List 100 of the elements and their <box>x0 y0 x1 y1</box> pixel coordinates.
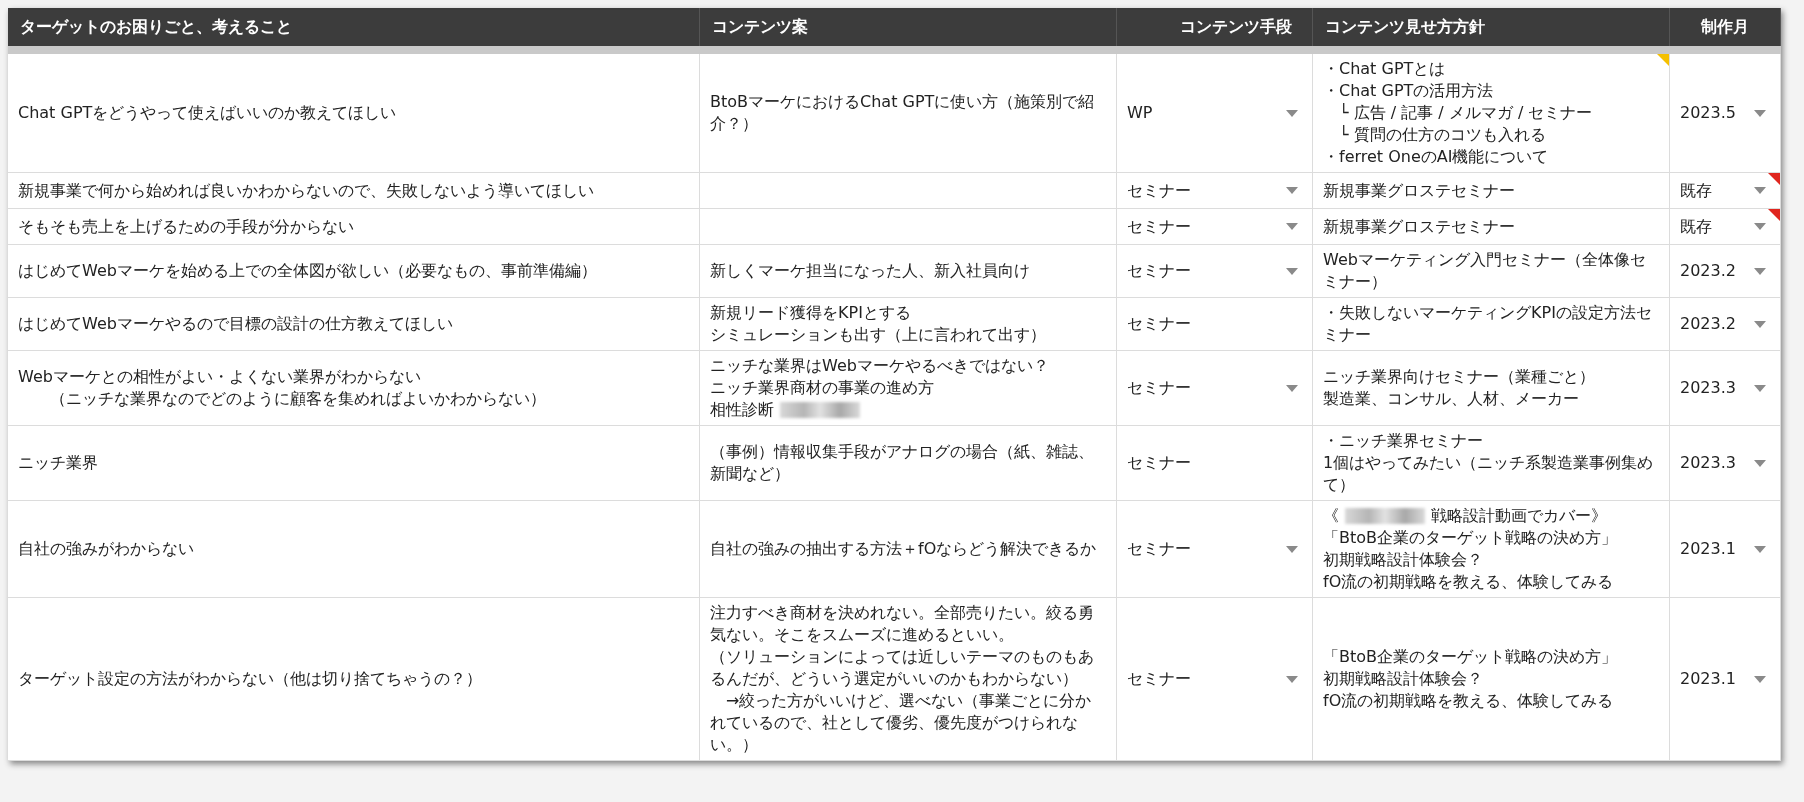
dropdown-caret-icon[interactable] <box>1754 109 1766 117</box>
dropdown-caret-icon[interactable] <box>1286 675 1298 683</box>
cell-text: セミナー <box>1127 313 1191 335</box>
cell-text: fO流の初期戦略を教える、体験してみる <box>1323 690 1615 712</box>
cell-text: →絞った方がいいけど、選べない（事業ごとに分かれているので、社として優劣、優先度がつけられない。） <box>710 690 1093 756</box>
cell-text: セミナー <box>1127 668 1191 690</box>
dropdown-caret-icon[interactable] <box>1286 545 1298 553</box>
dropdown-caret-icon[interactable] <box>1286 187 1298 194</box>
cell-text: 既存 <box>1680 179 1712 202</box>
dropdown-cell[interactable]: 既存 <box>1670 209 1781 245</box>
dropdown-caret-icon[interactable] <box>1754 384 1766 392</box>
dropdown-cell[interactable]: セミナー <box>1117 351 1313 426</box>
cell-text: セミナー <box>1127 452 1191 474</box>
cell-text: 戦略設計動画でカバー》 <box>1431 505 1607 527</box>
cell-text: ターゲット設定の方法がわからない（他は切り捨てちゃうの？） <box>18 668 483 690</box>
cell-text: └ 広告 / 記事 / メルマガ / セミナー <box>1338 102 1594 124</box>
cell-text: 自社の強みがわからない <box>18 538 195 560</box>
cell-text: 2023.1 <box>1680 538 1736 560</box>
dropdown-cell[interactable]: セミナー <box>1117 598 1313 761</box>
cell-text: シミュレーションも出す（上に言われて出す） <box>710 324 1047 346</box>
cell-text: 新規リード獲得をKPIとする <box>710 302 912 324</box>
cell-text: 新規事業で何から始めれば良いかわからないので、失敗しないよう導いてほしい <box>18 179 595 202</box>
cell-text: 2023.3 <box>1680 377 1736 399</box>
column-header: コンテンツ手段 <box>1117 8 1313 46</box>
cell-text: 2023.2 <box>1680 260 1736 282</box>
dropdown-cell[interactable]: セミナー <box>1117 501 1313 598</box>
cell-text: └ 質問の仕方のコツも入れる <box>1338 124 1547 146</box>
column-header: ターゲットのお困りごと、考えること <box>8 8 700 46</box>
cell-text: 初期戦略設計体験会？ <box>1323 668 1484 690</box>
cell-text: そもそも売上を上げるための手段が分からない <box>18 215 355 238</box>
dropdown-cell[interactable]: セミナー <box>1117 245 1313 298</box>
dropdown-cell[interactable]: 2023.3 <box>1670 351 1781 426</box>
column-header: コンテンツ案 <box>700 8 1117 46</box>
dropdown-cell[interactable]: 既存 <box>1670 173 1781 209</box>
dropdown-caret-icon[interactable] <box>1286 267 1298 275</box>
cell-text: セミナー <box>1127 538 1191 560</box>
cell-text: 2023.3 <box>1680 452 1736 474</box>
dropdown-cell[interactable]: 2023.2 <box>1670 298 1781 351</box>
cell-text: 2023.1 <box>1680 668 1736 690</box>
column-header: 制作月 <box>1670 8 1781 46</box>
redaction-blur-icon <box>1345 508 1425 524</box>
cell-text: 2023.5 <box>1680 102 1736 124</box>
cell-text: ・Chat GPTの活用方法 <box>1323 80 1495 102</box>
comment-marker[interactable] <box>1768 209 1780 221</box>
dropdown-cell[interactable]: 2023.1 <box>1670 598 1781 761</box>
dropdown-cell[interactable]: WP <box>1117 54 1313 173</box>
cell-text: 新規事業グロステセミナー <box>1323 179 1516 202</box>
cell-text: 1個はやってみたい（ニッチ系製造業事例集めて） <box>1323 452 1655 496</box>
cell-text: 既存 <box>1680 215 1712 238</box>
dropdown-caret-icon[interactable] <box>1754 223 1766 230</box>
cell-text: はじめてWebマーケやるので目標の設計の仕方教えてほしい <box>18 313 454 335</box>
dropdown-caret-icon[interactable] <box>1754 459 1766 467</box>
cell-text: 「BtoB企業のターゲット戦略の決め方」 <box>1323 646 1618 668</box>
cell-text: 注力すべき商材を決めれない。全部売りたい。絞る勇気ない。そこをスムーズに進めるといい。 <box>710 602 1095 646</box>
cell-text: セミナー <box>1127 215 1191 238</box>
column-header: コンテンツ見せ方方針 <box>1313 8 1670 46</box>
cell-text: 新規事業グロステセミナー <box>1323 215 1516 238</box>
dropdown-caret-icon[interactable] <box>1754 267 1766 275</box>
dropdown-cell[interactable]: 2023.2 <box>1670 245 1781 298</box>
cell-text: ・失敗しないマーケティングKPIの設定方法セミナー <box>1323 302 1653 346</box>
cell-text: fO流の初期戦略を教える、体験してみる <box>1323 571 1615 593</box>
cell-text: ニッチ業界 <box>18 452 99 474</box>
dropdown-cell[interactable]: 2023.1 <box>1670 501 1781 598</box>
cell-text: （ソリューションによっては近しいテーマのものもあるんだが、どういう選定がいいのかもわからない） <box>710 646 1095 690</box>
dropdown-caret-icon[interactable] <box>1286 384 1298 392</box>
cell-text: WP <box>1127 102 1153 124</box>
cell-text: ・Chat GPTとは <box>1323 58 1447 80</box>
cell-text: Chat GPTをどうやって使えばいいのか教えてほしい <box>18 102 398 124</box>
dropdown-caret-icon[interactable] <box>1754 675 1766 683</box>
cell-text: 2023.2 <box>1680 313 1736 335</box>
dropdown-caret-icon[interactable] <box>1286 109 1298 117</box>
cell-text: セミナー <box>1127 260 1191 282</box>
cell-text: ・ニッチ業界セミナー <box>1323 430 1484 452</box>
cell-text: （ニッチな業界なのでどのように顧客を集めればよいかわからない） <box>49 388 547 410</box>
redaction-blur-icon <box>780 402 860 418</box>
dropdown-cell[interactable]: セミナー <box>1117 209 1313 245</box>
cell-text: ニッチな業界はWebマーケやるべきではない？ <box>710 355 1050 377</box>
cell-text: 「BtoB企業のターゲット戦略の決め方」 <box>1323 527 1618 549</box>
dropdown-caret-icon[interactable] <box>1286 223 1298 230</box>
cell-text: （事例）情報収集手段がアナログの場合（紙、雑誌、新聞など） <box>710 441 1095 485</box>
dropdown-cell[interactable]: 2023.3 <box>1670 426 1781 501</box>
cell-text: 新しくマーケ担当になった人、新入社員向け <box>710 260 1031 282</box>
cell-text: 相性診断 <box>710 399 774 421</box>
comment-marker[interactable] <box>1768 173 1780 185</box>
cell-text: 製造業、コンサル、人材、メーカー <box>1323 388 1580 410</box>
dropdown-caret-icon[interactable] <box>1754 320 1766 328</box>
cell-text: セミナー <box>1127 179 1191 202</box>
dropdown-cell[interactable]: セミナー <box>1117 173 1313 209</box>
cell-text: BtoBマーケにおけるChat GPTに使い方（施策別で紹介？） <box>710 91 1096 135</box>
dropdown-caret-icon[interactable] <box>1754 187 1766 194</box>
cell-text: ニッチ業界向けセミナー（業種ごと） <box>1323 366 1596 388</box>
cell-text: Webマーケティング入門セミナー（全体像セミナー） <box>1323 249 1647 293</box>
cell-text: 初期戦略設計体験会？ <box>1323 549 1484 571</box>
cell-text: 自社の強みの抽出する方法＋fOならどう解決できるか <box>710 538 1098 560</box>
dropdown-cell[interactable]: 2023.5 <box>1670 54 1781 173</box>
cell-text: セミナー <box>1127 377 1191 399</box>
cell-text: はじめてWebマーケを始める上での全体図が欲しい（必要なもの、事前準備編） <box>18 260 598 282</box>
dropdown-caret-icon[interactable] <box>1754 545 1766 553</box>
cell-text: ニッチ業界商材の事業の進め方 <box>710 377 935 399</box>
cell-text: ・ferret OneのAI機能について <box>1323 146 1550 168</box>
